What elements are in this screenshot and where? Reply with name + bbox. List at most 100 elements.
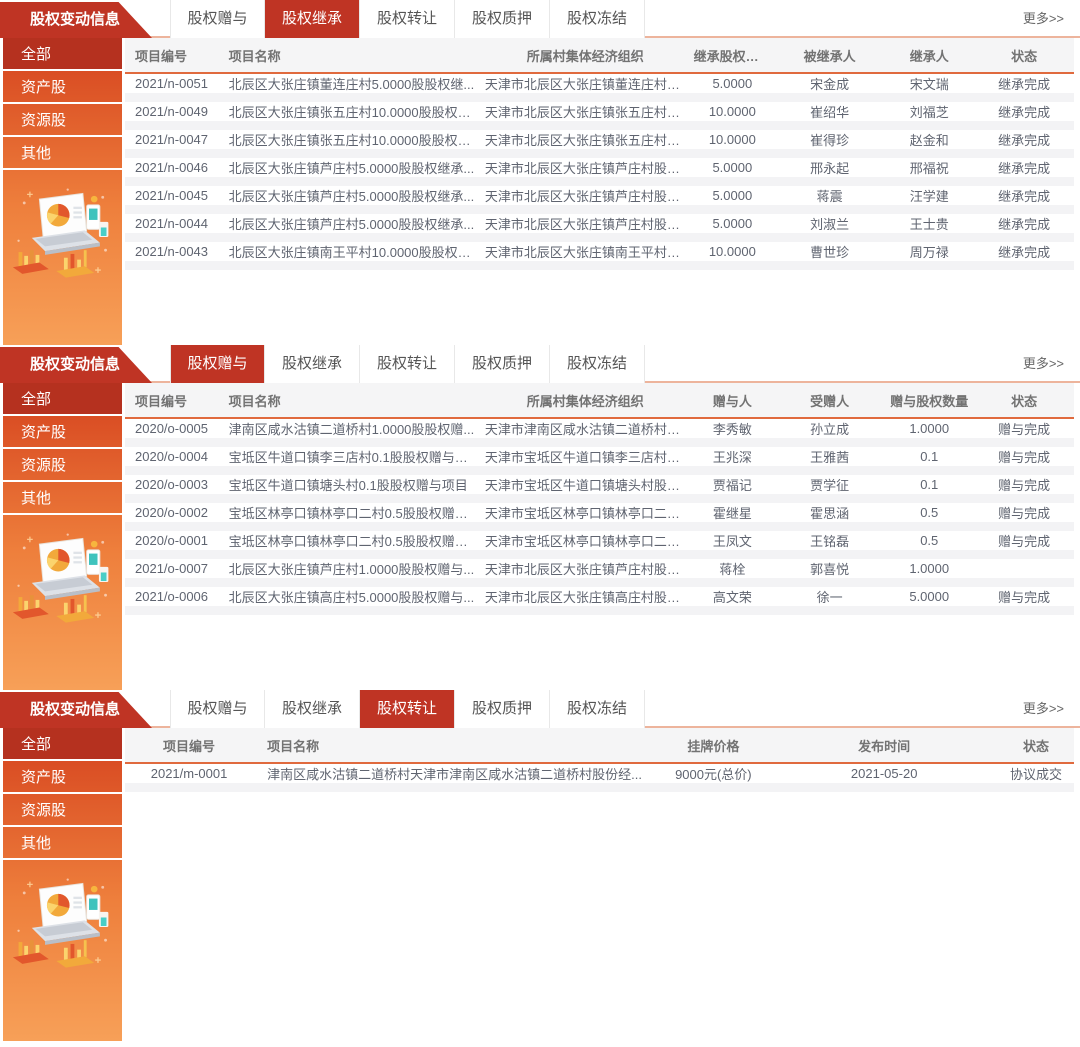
cell: 周万禄	[884, 242, 974, 261]
header-cell: 项目名称	[253, 736, 656, 755]
sidebar-item-asset-shares[interactable]: 资产股	[3, 71, 122, 104]
sidebar-item-all[interactable]: 全部	[3, 728, 122, 761]
sidebar-item-other[interactable]: 其他	[3, 137, 122, 170]
tab-equity-pledge[interactable]: 股权质押	[455, 690, 550, 728]
table-row[interactable]: 2021/m-0001津南区咸水沽镇二道桥村天津市津南区咸水沽镇二道桥村股份经.…	[125, 764, 1074, 792]
header-cell: 赠与人	[690, 391, 775, 410]
sidebar-item-all[interactable]: 全部	[3, 38, 122, 71]
table-row[interactable]: 2021/n-0051北辰区大张庄镇董连庄村5.0000股股权继...天津市北辰…	[125, 74, 1074, 102]
table-row[interactable]: 2020/o-0003宝坻区牛道口镇塘头村0.1股股权赠与项目天津市宝坻区牛道口…	[125, 475, 1074, 503]
cell: 王铭磊	[775, 531, 884, 550]
tab-equity-freeze[interactable]: 股权冻结	[550, 690, 645, 728]
cell: 刘福芝	[884, 102, 974, 121]
table-row[interactable]: 2021/n-0044北辰区大张庄镇芦庄村5.0000股股权继承...天津市北辰…	[125, 214, 1074, 242]
header-cell: 继承人	[884, 46, 974, 65]
cell: 继承完成	[974, 242, 1074, 261]
tab-equity-transfer[interactable]: 股权转让	[360, 345, 455, 383]
section-header: 股权变动信息 股权赠与股权继承股权转让股权质押股权冻结 更多>>	[0, 0, 1080, 38]
cell: 5.0000	[690, 216, 775, 231]
table-row[interactable]: 2021/o-0007北辰区大张庄镇芦庄村1.0000股股权赠与...天津市北辰…	[125, 559, 1074, 587]
header-cell: 项目名称	[225, 391, 481, 410]
tab-equity-freeze[interactable]: 股权冻结	[550, 0, 645, 38]
header-cell: 被继承人	[775, 46, 884, 65]
tab-equity-gift[interactable]: 股权赠与	[170, 690, 265, 728]
cell: 天津市北辰区大张庄镇芦庄村股份...	[481, 214, 690, 233]
cell: 5.0000	[884, 589, 974, 604]
header-cell: 赠与股权数量	[884, 391, 974, 410]
cell: 2020/o-0003	[125, 477, 225, 492]
cell: 0.5	[884, 533, 974, 548]
sidebar-item-other[interactable]: 其他	[3, 482, 122, 515]
ribbon-title: 股权变动信息	[30, 356, 120, 373]
cell: 天津市北辰区大张庄镇芦庄村股份...	[481, 559, 690, 578]
tab-equity-inherit[interactable]: 股权继承	[265, 690, 360, 728]
cell: 天津市北辰区大张庄镇高庄村股份...	[481, 587, 690, 606]
cell: 继承完成	[974, 74, 1074, 93]
header-cell: 项目编号	[125, 736, 253, 755]
table-row[interactable]: 2020/o-0001宝坻区林亭口镇林亭口二村0.5股股权赠与...天津市宝坻区…	[125, 531, 1074, 559]
data-table: 项目编号项目名称所属村集体经济组织继承股权数量被继承人继承人状态 2021/n-…	[125, 38, 1080, 345]
cell: 北辰区大张庄镇高庄村5.0000股股权赠与...	[225, 587, 481, 606]
cell: 王雅茜	[775, 447, 884, 466]
more-link[interactable]: 更多>>	[1023, 0, 1064, 38]
section-ribbon: 股权变动信息	[0, 347, 152, 383]
cell: 5.0000	[690, 76, 775, 91]
cell: 天津市津南区咸水沽镇二道桥村股...	[481, 419, 690, 438]
cell: 邢福祝	[884, 158, 974, 177]
more-link[interactable]: 更多>>	[1023, 345, 1064, 383]
sidebar-item-asset-shares[interactable]: 资产股	[3, 416, 122, 449]
sidebar-item-resource-shares[interactable]: 资源股	[3, 794, 122, 827]
table-row[interactable]: 2021/o-0006北辰区大张庄镇高庄村5.0000股股权赠与...天津市北辰…	[125, 587, 1074, 615]
cell: 汪学建	[884, 186, 974, 205]
tab-equity-inherit[interactable]: 股权继承	[265, 345, 360, 383]
table-row[interactable]: 2021/n-0043北辰区大张庄镇南王平村10.0000股股权继...天津市北…	[125, 242, 1074, 270]
sidebar-item-resource-shares[interactable]: 资源股	[3, 449, 122, 482]
table-row[interactable]: 2021/n-0046北辰区大张庄镇芦庄村5.0000股股权继承...天津市北辰…	[125, 158, 1074, 186]
cell: 0.5	[884, 505, 974, 520]
cell: 北辰区大张庄镇南王平村10.0000股股权继...	[225, 242, 481, 261]
cell: 王士贵	[884, 214, 974, 233]
tab-equity-pledge[interactable]: 股权质押	[455, 345, 550, 383]
table-row[interactable]: 2020/o-0004宝坻区牛道口镇李三店村0.1股股权赠与项目天津市宝坻区牛道…	[125, 447, 1074, 475]
tab-equity-pledge[interactable]: 股权质押	[455, 0, 550, 38]
cell: 宋文瑞	[884, 74, 974, 93]
table-body: 2021/m-0001津南区咸水沽镇二道桥村天津市津南区咸水沽镇二道桥村股份经.…	[125, 764, 1074, 792]
tab-equity-gift[interactable]: 股权赠与	[170, 0, 265, 38]
cell: 天津市北辰区大张庄镇张五庄村股...	[481, 102, 690, 121]
table-row[interactable]: 2021/n-0045北辰区大张庄镇芦庄村5.0000股股权继承...天津市北辰…	[125, 186, 1074, 214]
cell: 天津市宝坻区林亭口镇林亭口二村...	[481, 531, 690, 550]
tab-equity-gift[interactable]: 股权赠与	[170, 345, 265, 383]
sidebar-item-resource-shares[interactable]: 资源股	[3, 104, 122, 137]
cell: 天津市北辰区大张庄镇南王平村股...	[481, 242, 690, 261]
more-link[interactable]: 更多>>	[1023, 690, 1064, 728]
table-row[interactable]: 2020/o-0005津南区咸水沽镇二道桥村1.0000股股权赠...天津市津南…	[125, 419, 1074, 447]
cell: 9000元(总价)	[656, 764, 770, 783]
table-row[interactable]: 2021/n-0049北辰区大张庄镇张五庄村10.0000股股权继...天津市北…	[125, 102, 1074, 130]
tab-equity-freeze[interactable]: 股权冻结	[550, 345, 645, 383]
cell: 王凤文	[690, 531, 775, 550]
tab-equity-transfer[interactable]: 股权转让	[360, 0, 455, 38]
cell: 天津市宝坻区牛道口镇李三店村股...	[481, 447, 690, 466]
cell: 赵金和	[884, 130, 974, 149]
sidebar-item-all[interactable]: 全部	[3, 383, 122, 416]
header-cell: 受赠人	[775, 391, 884, 410]
table-row[interactable]: 2021/n-0047北辰区大张庄镇张五庄村10.0000股股权继...天津市北…	[125, 130, 1074, 158]
tab-equity-inherit[interactable]: 股权继承	[265, 0, 360, 38]
tab-equity-transfer[interactable]: 股权转让	[360, 690, 455, 728]
table-row[interactable]: 2020/o-0002宝坻区林亭口镇林亭口二村0.5股股权赠与...天津市宝坻区…	[125, 503, 1074, 531]
cell: 刘淑兰	[775, 214, 884, 233]
header-cell: 发布时间	[770, 736, 998, 755]
cell: 北辰区大张庄镇芦庄村5.0000股股权继承...	[225, 186, 481, 205]
cell: 徐一	[775, 587, 884, 606]
cell: 北辰区大张庄镇董连庄村5.0000股股权继...	[225, 74, 481, 93]
cell: 2021/n-0044	[125, 216, 225, 231]
sidebar-item-other[interactable]: 其他	[3, 827, 122, 860]
sidebar-nav: 全部资产股资源股其他	[3, 38, 122, 170]
section-body: 全部资产股资源股其他 项目编号项目名称所属村集体经济组织赠与人受赠人赠与股权数量…	[0, 383, 1080, 690]
cell: 继承完成	[974, 186, 1074, 205]
section-equity-gift: 股权变动信息 股权赠与股权继承股权转让股权质押股权冻结 更多>> 全部资产股资源…	[0, 345, 1080, 690]
cell: 5.0000	[690, 188, 775, 203]
header-cell: 状态	[998, 736, 1074, 755]
data-table: 项目编号项目名称所属村集体经济组织赠与人受赠人赠与股权数量状态 2020/o-0…	[125, 383, 1080, 690]
sidebar-item-asset-shares[interactable]: 资产股	[3, 761, 122, 794]
